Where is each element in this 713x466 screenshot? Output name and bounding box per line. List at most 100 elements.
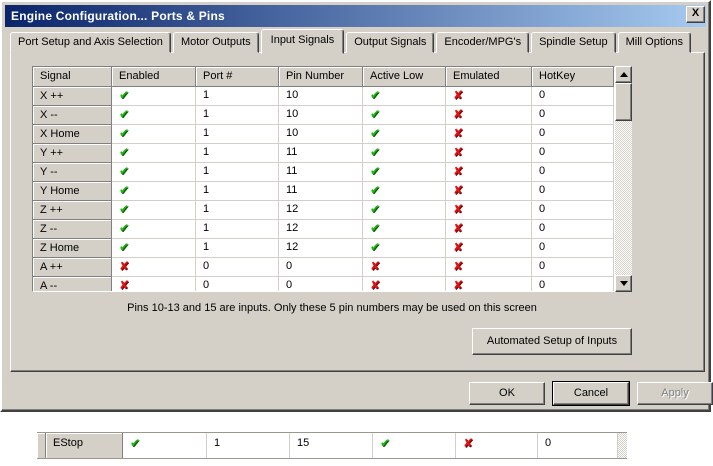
cross-icon: ✘ xyxy=(453,240,464,254)
enabled-cell[interactable]: ✔ xyxy=(123,433,207,458)
hotkey-cell[interactable]: 0 xyxy=(532,182,614,201)
pin-cell[interactable]: 12 xyxy=(279,201,363,220)
enabled-cell[interactable]: ✔ xyxy=(112,87,196,106)
scrollbar-thumb[interactable] xyxy=(615,83,632,121)
emulated-cell[interactable]: ✘ xyxy=(446,144,532,163)
emulated-cell[interactable]: ✘ xyxy=(446,106,532,125)
port-cell[interactable]: 1 xyxy=(196,144,279,163)
active_low-cell[interactable]: ✔ xyxy=(363,239,446,258)
enabled-cell[interactable]: ✔ xyxy=(112,201,196,220)
active_low-cell[interactable]: ✔ xyxy=(363,144,446,163)
tab-encoder-mpg-s[interactable]: Encoder/MPG's xyxy=(436,32,530,53)
port-cell[interactable]: 1 xyxy=(196,182,279,201)
port-cell[interactable]: 1 xyxy=(196,125,279,144)
active_low-cell[interactable]: ✘ xyxy=(363,277,446,291)
table-row: Z Home ✔ 1 12 ✔ ✘ 0 xyxy=(33,239,614,258)
port-cell[interactable]: 1 xyxy=(207,433,290,458)
emulated-cell[interactable]: ✘ xyxy=(446,277,532,291)
emulated-cell[interactable]: ✘ xyxy=(446,182,532,201)
active_low-cell[interactable]: ✘ xyxy=(363,258,446,277)
scroll-up-button[interactable] xyxy=(615,66,632,83)
hotkey-cell[interactable]: 0 xyxy=(532,144,614,163)
pin-cell[interactable]: 10 xyxy=(279,87,363,106)
pin-cell[interactable]: 10 xyxy=(279,106,363,125)
hotkey-cell[interactable]: 0 xyxy=(532,106,614,125)
cancel-button[interactable]: Cancel xyxy=(552,381,630,406)
hotkey-cell[interactable]: 0 xyxy=(532,201,614,220)
tab-input-signals[interactable]: Input Signals xyxy=(260,29,345,54)
tab-output-signals[interactable]: Output Signals xyxy=(346,32,435,53)
cross-icon: ✘ xyxy=(119,259,130,273)
pin-cell[interactable]: 15 xyxy=(290,433,373,458)
port-cell[interactable]: 1 xyxy=(196,220,279,239)
emulated-cell[interactable]: ✘ xyxy=(446,163,532,182)
emulated-cell[interactable]: ✘ xyxy=(446,220,532,239)
automated-setup-button[interactable]: Automated Setup of Inputs xyxy=(472,328,632,355)
port-cell[interactable]: 0 xyxy=(196,258,279,277)
enabled-cell[interactable]: ✔ xyxy=(112,182,196,201)
vertical-scrollbar[interactable] xyxy=(615,66,632,292)
ok-button[interactable]: OK xyxy=(469,382,545,405)
signal-cell: Z ++ xyxy=(33,201,112,220)
active_low-cell[interactable]: ✔ xyxy=(363,106,446,125)
pin-cell[interactable]: 12 xyxy=(279,220,363,239)
port-cell[interactable]: 1 xyxy=(196,87,279,106)
check-icon: ✔ xyxy=(370,164,381,178)
active_low-cell[interactable]: ✔ xyxy=(363,201,446,220)
hotkey-cell[interactable]: 0 xyxy=(532,125,614,144)
hotkey-cell[interactable]: 0 xyxy=(532,239,614,258)
enabled-cell[interactable]: ✘ xyxy=(112,258,196,277)
tab-spindle-setup[interactable]: Spindle Setup xyxy=(531,32,616,53)
close-button[interactable]: X xyxy=(686,6,705,23)
hotkey-cell[interactable]: 0 xyxy=(532,258,614,277)
port-cell[interactable]: 1 xyxy=(196,163,279,182)
enabled-cell[interactable]: ✘ xyxy=(112,277,196,291)
active_low-cell[interactable]: ✔ xyxy=(363,182,446,201)
pin-cell[interactable]: 12 xyxy=(279,239,363,258)
title-bar[interactable]: Engine Configuration... Ports & Pins xyxy=(5,5,706,27)
enabled-cell[interactable]: ✔ xyxy=(112,239,196,258)
enabled-cell[interactable]: ✔ xyxy=(112,106,196,125)
pin-cell[interactable]: 0 xyxy=(279,258,363,277)
active_low-cell[interactable]: ✔ xyxy=(373,433,456,458)
hotkey-cell[interactable]: 0 xyxy=(532,220,614,239)
active_low-cell[interactable]: ✔ xyxy=(363,163,446,182)
emulated-cell[interactable]: ✘ xyxy=(446,258,532,277)
emulated-cell[interactable]: ✘ xyxy=(446,201,532,220)
tab-mill-options[interactable]: Mill Options xyxy=(617,32,692,53)
emulated-cell[interactable]: ✘ xyxy=(446,239,532,258)
enabled-cell[interactable]: ✔ xyxy=(112,144,196,163)
tab-motor-outputs[interactable]: Motor Outputs xyxy=(172,32,259,53)
hotkey-cell[interactable]: 0 xyxy=(538,433,618,458)
port-cell[interactable]: 1 xyxy=(196,106,279,125)
port-cell[interactable]: 1 xyxy=(196,239,279,258)
emulated-cell[interactable]: ✘ xyxy=(456,433,538,458)
active_low-cell[interactable]: ✔ xyxy=(363,220,446,239)
hotkey-cell[interactable]: 0 xyxy=(532,163,614,182)
pin-cell[interactable]: 11 xyxy=(279,182,363,201)
signal-cell: Z Home xyxy=(33,239,112,258)
check-icon: ✔ xyxy=(119,126,130,140)
check-icon: ✔ xyxy=(370,126,381,140)
cross-icon: ✘ xyxy=(453,88,464,102)
port-cell[interactable]: 1 xyxy=(196,201,279,220)
table-header-cell: Pin Number xyxy=(279,67,363,87)
port-cell[interactable]: 0 xyxy=(196,277,279,291)
hotkey-cell[interactable]: 0 xyxy=(532,87,614,106)
enabled-cell[interactable]: ✔ xyxy=(112,125,196,144)
pin-cell[interactable]: 0 xyxy=(279,277,363,291)
active_low-cell[interactable]: ✔ xyxy=(363,87,446,106)
scroll-down-button[interactable] xyxy=(615,275,632,292)
tab-port-setup-and-axis-selection[interactable]: Port Setup and Axis Selection xyxy=(10,32,171,53)
pin-cell[interactable]: 11 xyxy=(279,144,363,163)
enabled-cell[interactable]: ✔ xyxy=(112,220,196,239)
check-icon: ✔ xyxy=(130,436,141,450)
emulated-cell[interactable]: ✘ xyxy=(446,87,532,106)
pin-cell[interactable]: 10 xyxy=(279,125,363,144)
emulated-cell[interactable]: ✘ xyxy=(446,125,532,144)
hotkey-cell[interactable]: 0 xyxy=(532,277,614,291)
pin-cell[interactable]: 11 xyxy=(279,163,363,182)
enabled-cell[interactable]: ✔ xyxy=(112,163,196,182)
table-header-cell: Signal xyxy=(33,67,112,87)
active_low-cell[interactable]: ✔ xyxy=(363,125,446,144)
